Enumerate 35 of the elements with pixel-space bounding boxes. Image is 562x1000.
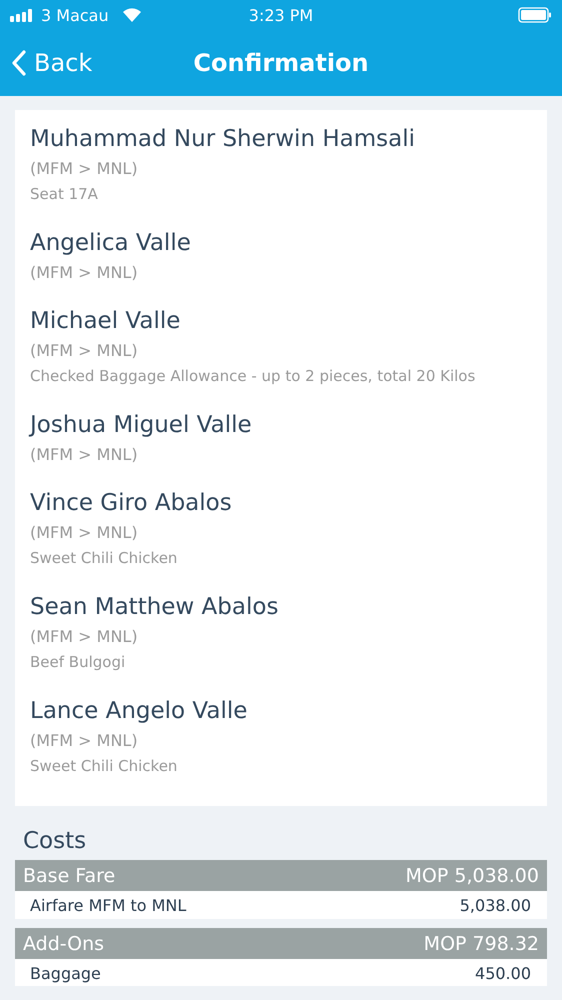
section-title: Costs xyxy=(23,828,86,854)
page-title: Confirmation xyxy=(193,49,369,77)
battery-icon xyxy=(518,7,552,23)
passenger-name: Muhammad Nur Sherwin Hamsali xyxy=(30,125,415,154)
cost-group-total: MOP 5,038.00 xyxy=(406,864,539,886)
cost-amount: 5,038.00 xyxy=(460,896,531,914)
passenger-detail: Sweet Chili Chicken xyxy=(30,756,178,777)
passenger-name: Vince Giro Abalos xyxy=(30,489,232,518)
cost-amount: 450.00 xyxy=(475,964,531,982)
route-text: (MFM > MNL) xyxy=(30,730,138,752)
wifi-icon xyxy=(122,8,142,22)
route-text: (MFM > MNL) xyxy=(30,340,138,362)
passenger-name: Lance Angelo Valle xyxy=(30,697,248,726)
clock-time: 3:23 PM xyxy=(248,6,314,24)
passenger-detail: Seat 17A xyxy=(30,184,98,205)
passenger-name: Joshua Miguel Valle xyxy=(30,411,252,440)
route-text: (MFM > MNL) xyxy=(30,444,138,466)
carrier-name: 3 Macau xyxy=(41,6,109,24)
cost-group-label: Add-Ons xyxy=(23,932,104,954)
passenger-detail: Sweet Chili Chicken xyxy=(30,548,178,569)
passenger-detail: Beef Bulgogi xyxy=(30,652,126,673)
route-text: (MFM > MNL) xyxy=(30,522,138,544)
cost-group-label: Base Fare xyxy=(23,864,116,886)
route-text: (MFM > MNL) xyxy=(30,262,138,284)
passenger-name: Angelica Valle xyxy=(30,229,191,258)
route-text: (MFM > MNL) xyxy=(30,626,138,648)
route-text: (MFM > MNL) xyxy=(30,158,138,180)
chevron-left-icon xyxy=(12,50,26,76)
passenger-name: Michael Valle xyxy=(30,307,180,336)
cost-label: Baggage xyxy=(30,964,101,982)
cost-group-total: MOP 798.32 xyxy=(424,932,539,954)
passenger-name: Sean Matthew Abalos xyxy=(30,593,278,622)
passenger-detail: Checked Baggage Allowance - up to 2 pieces, total 20 Kilos xyxy=(30,366,476,387)
cost-label: Airfare MFM to MNL xyxy=(30,896,186,914)
back-button[interactable]: Back xyxy=(0,49,104,77)
